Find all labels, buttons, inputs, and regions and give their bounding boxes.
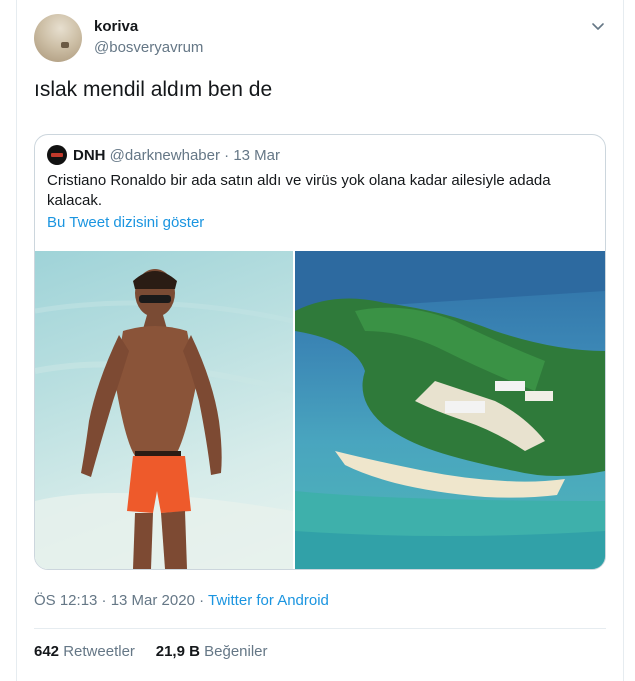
divider (34, 628, 606, 629)
user-handle[interactable]: @bosveryavrum (94, 39, 203, 56)
retweets-stat[interactable]: 642 Retweetler (34, 643, 139, 660)
quoted-header: DNH @darknewhaber · 13 Mar (73, 147, 280, 164)
quoted-tweet[interactable]: DNH @darknewhaber · 13 Mar Cristiano Ron… (34, 134, 606, 570)
tweet-source-link[interactable]: Twitter for Android (208, 592, 329, 609)
photo-island-resort[interactable] (295, 251, 605, 569)
show-thread-link[interactable]: Bu Tweet dizisini göster (47, 214, 204, 231)
tweet-timestamp[interactable]: ÖS 12:13 · 13 Mar 2020 (34, 592, 195, 609)
quoted-text: Cristiano Ronaldo bir ada satın aldı ve … (47, 172, 551, 209)
photo-man-on-beach[interactable] (35, 251, 293, 569)
user-avatar[interactable] (34, 14, 82, 62)
retweets-count: 642 (34, 643, 60, 660)
quoted-date[interactable]: 13 Mar (233, 147, 280, 164)
tweet-meta: ÖS 12:13 · 13 Mar 2020 · Twitter for And… (34, 592, 329, 609)
quoted-media[interactable] (35, 251, 605, 569)
tweet-stats: 642 Retweetler 21,9 B Beğeniler (34, 643, 268, 660)
quoted-name[interactable]: DNH (73, 147, 106, 164)
chevron-down-icon[interactable] (589, 17, 607, 35)
meta-separator: · (199, 592, 205, 609)
user-name[interactable]: koriva (94, 18, 138, 35)
likes-count: 21,9 B (155, 643, 200, 660)
likes-label: Beğeniler (204, 643, 268, 660)
tweet-text: ıslak mendil aldım ben de (34, 78, 273, 101)
likes-stat[interactable]: 21,9 B Beğeniler (156, 643, 268, 660)
quoted-separator: · (224, 147, 230, 164)
retweets-label: Retweetler (63, 643, 135, 660)
quoted-avatar[interactable] (47, 145, 67, 165)
quoted-handle[interactable]: @darknewhaber (110, 147, 220, 164)
